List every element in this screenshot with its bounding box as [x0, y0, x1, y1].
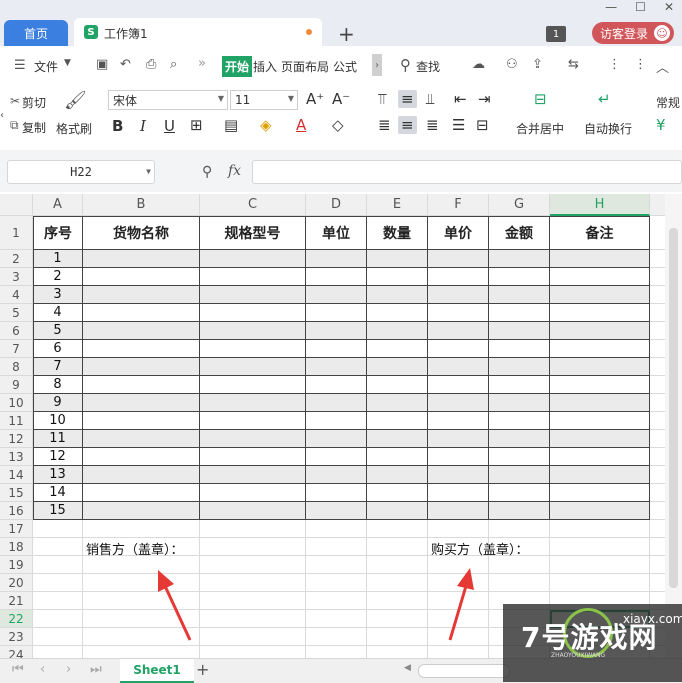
add-sheet-button[interactable]: +	[196, 660, 209, 679]
annotation-arrows	[158, 568, 474, 641]
sheet-tab-sheet1[interactable]: Sheet1	[120, 659, 194, 683]
next-sheet-icon[interactable]: ›	[66, 662, 71, 677]
seller-arrow	[158, 570, 192, 641]
watermark-logo: 7号游戏网 xiayx.com ZHAOYOUXIWANG	[503, 604, 682, 682]
last-sheet-icon[interactable]: ⏭	[90, 662, 102, 677]
watermark-sub: ZHAOYOUXIWANG	[551, 652, 606, 659]
first-sheet-icon[interactable]: ⏮	[12, 662, 24, 677]
horizontal-scroll-thumb[interactable]	[418, 664, 510, 678]
prev-sheet-icon[interactable]: ‹	[40, 662, 45, 677]
buyer-arrow	[448, 568, 474, 641]
scroll-left-icon[interactable]: ◀	[404, 663, 411, 673]
watermark-domain: xiayx.com	[623, 612, 682, 626]
